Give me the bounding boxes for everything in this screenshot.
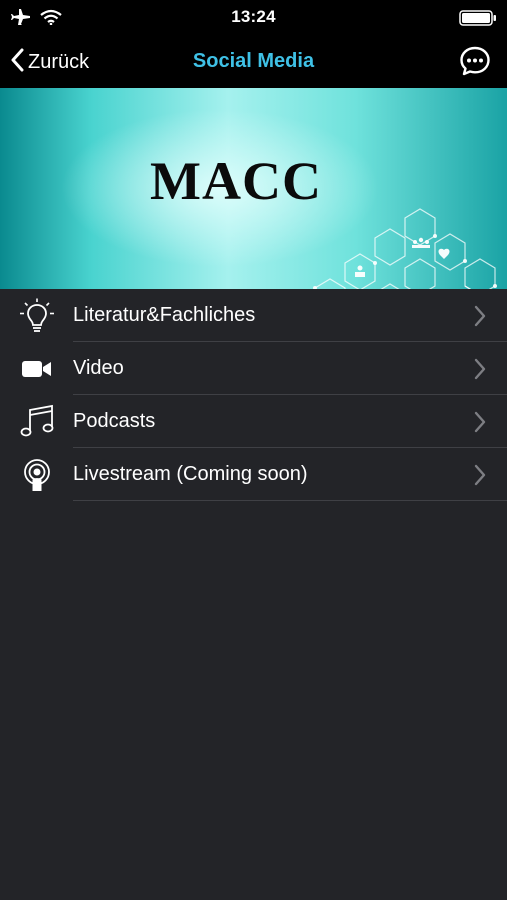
menu-item-label: Podcasts (73, 410, 156, 432)
banner-logo-text: MACC (150, 151, 322, 211)
header-banner: MACC (0, 88, 507, 289)
menu-item-video[interactable]: Video (0, 342, 507, 395)
menu-item-label: Video (73, 357, 124, 379)
hexagon-network-graphic (313, 208, 497, 289)
battery-icon (459, 10, 497, 31)
menu-item-label: Literatur&Fachliches (73, 304, 256, 326)
menu-item-label: Livestream (Coming soon) (73, 463, 308, 485)
menu-item-livestream[interactable]: Livestream (Coming soon) (0, 448, 507, 501)
lightbulb-icon (18, 298, 56, 333)
row-divider (73, 500, 507, 501)
status-time: 13:24 (231, 7, 276, 26)
menu-item-podcasts[interactable]: Podcasts (0, 395, 507, 448)
menu-item-literatur[interactable]: Literatur&Fachliches (0, 289, 507, 342)
chevron-right-icon (473, 464, 487, 491)
menu-list: Literatur&Fachliches Video Podcasts Live… (0, 289, 507, 501)
chevron-right-icon (473, 358, 487, 385)
video-camera-icon (18, 352, 56, 386)
chevron-right-icon (473, 411, 487, 438)
broadcast-icon (18, 458, 56, 492)
music-note-icon (18, 404, 56, 439)
chat-bubble-icon[interactable] (459, 45, 491, 82)
page-title: Social Media (192, 50, 315, 72)
status-bar: 13:24 (0, 0, 507, 36)
navigation-bar: Zurück Social Media (0, 36, 507, 88)
chevron-right-icon (473, 305, 487, 332)
